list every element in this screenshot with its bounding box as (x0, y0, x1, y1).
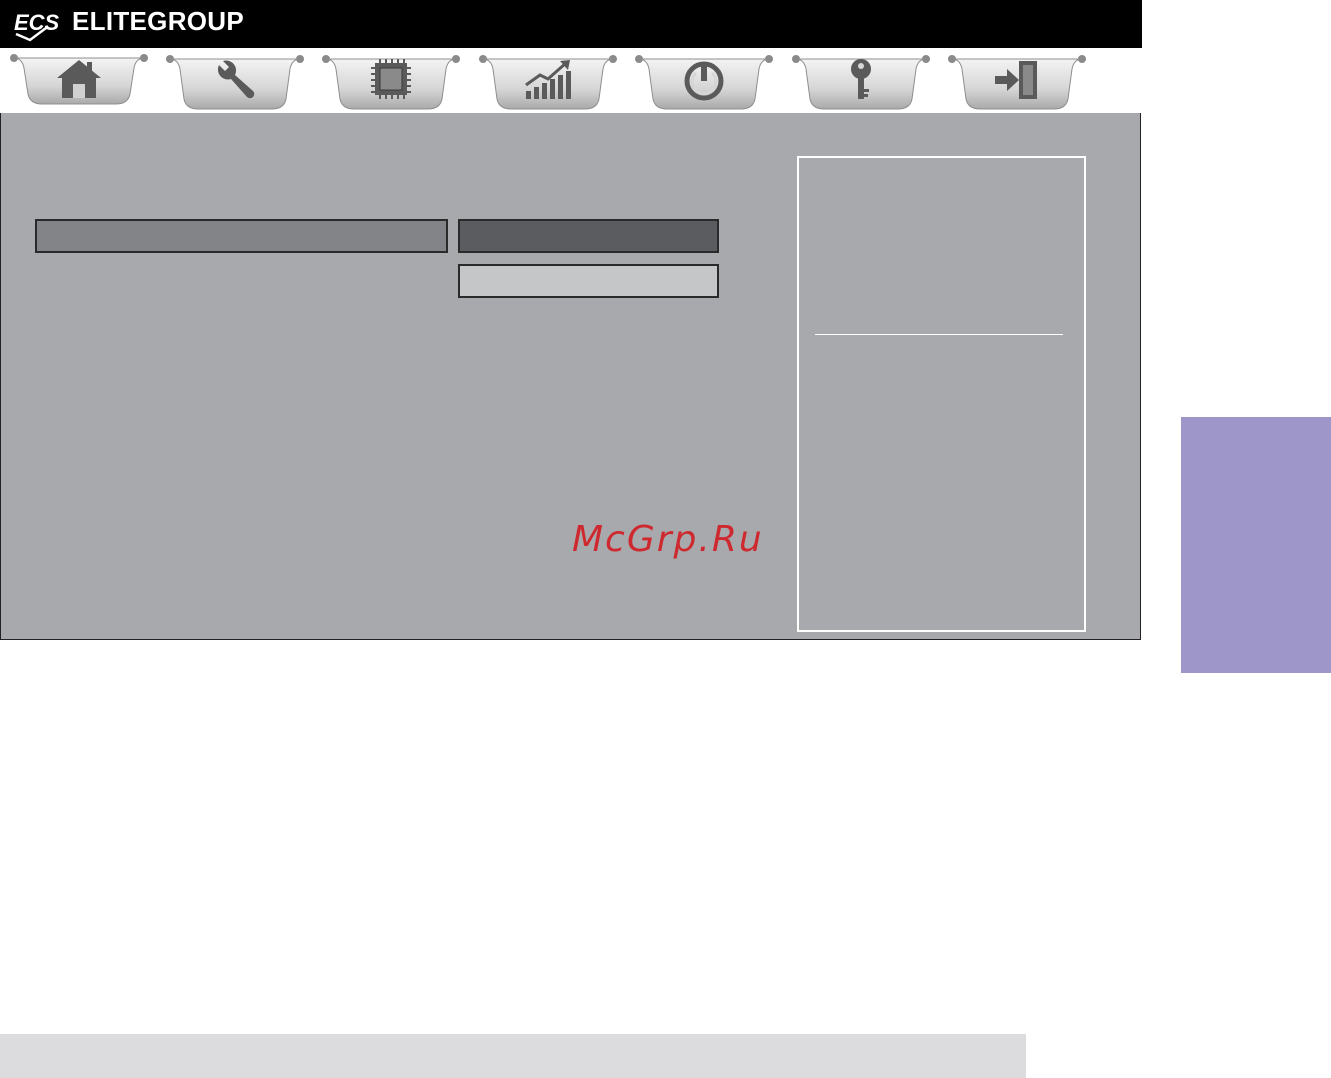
chip-icon (371, 59, 411, 99)
svg-text:ECS: ECS (14, 10, 60, 35)
help-divider (815, 334, 1063, 335)
footer-bar (0, 1034, 1026, 1078)
tab-advanced[interactable] (164, 51, 306, 111)
main-panel: McGrp.Ru (0, 113, 1141, 640)
power-icon (684, 61, 724, 101)
bios-setup-page: ECS ELITEGROUP McGrp.Ru (0, 0, 1331, 1078)
selected-setting-row[interactable] (35, 219, 448, 253)
watermark-text: McGrp.Ru (572, 519, 764, 560)
setting-value-option[interactable] (458, 264, 719, 298)
tab-performance[interactable] (477, 51, 619, 111)
tab-security[interactable] (790, 51, 932, 111)
chapter-side-tab (1181, 417, 1331, 673)
brand-bar: ECS ELITEGROUP (0, 0, 1142, 48)
help-panel (797, 156, 1086, 632)
tab-exit[interactable] (946, 51, 1088, 111)
exit-icon (995, 61, 1037, 99)
brand-name: ELITEGROUP (72, 6, 245, 36)
wrench-icon (217, 60, 255, 99)
tab-chipset[interactable] (320, 51, 462, 111)
setting-value-highlighted[interactable] (458, 219, 719, 253)
home-icon (57, 60, 101, 98)
tab-main[interactable] (8, 50, 150, 110)
tab-power[interactable] (633, 51, 775, 111)
performance-chart-icon (525, 60, 571, 99)
key-icon (851, 59, 871, 99)
tab-strip (0, 48, 1142, 114)
ecs-logo: ECS (14, 10, 60, 42)
